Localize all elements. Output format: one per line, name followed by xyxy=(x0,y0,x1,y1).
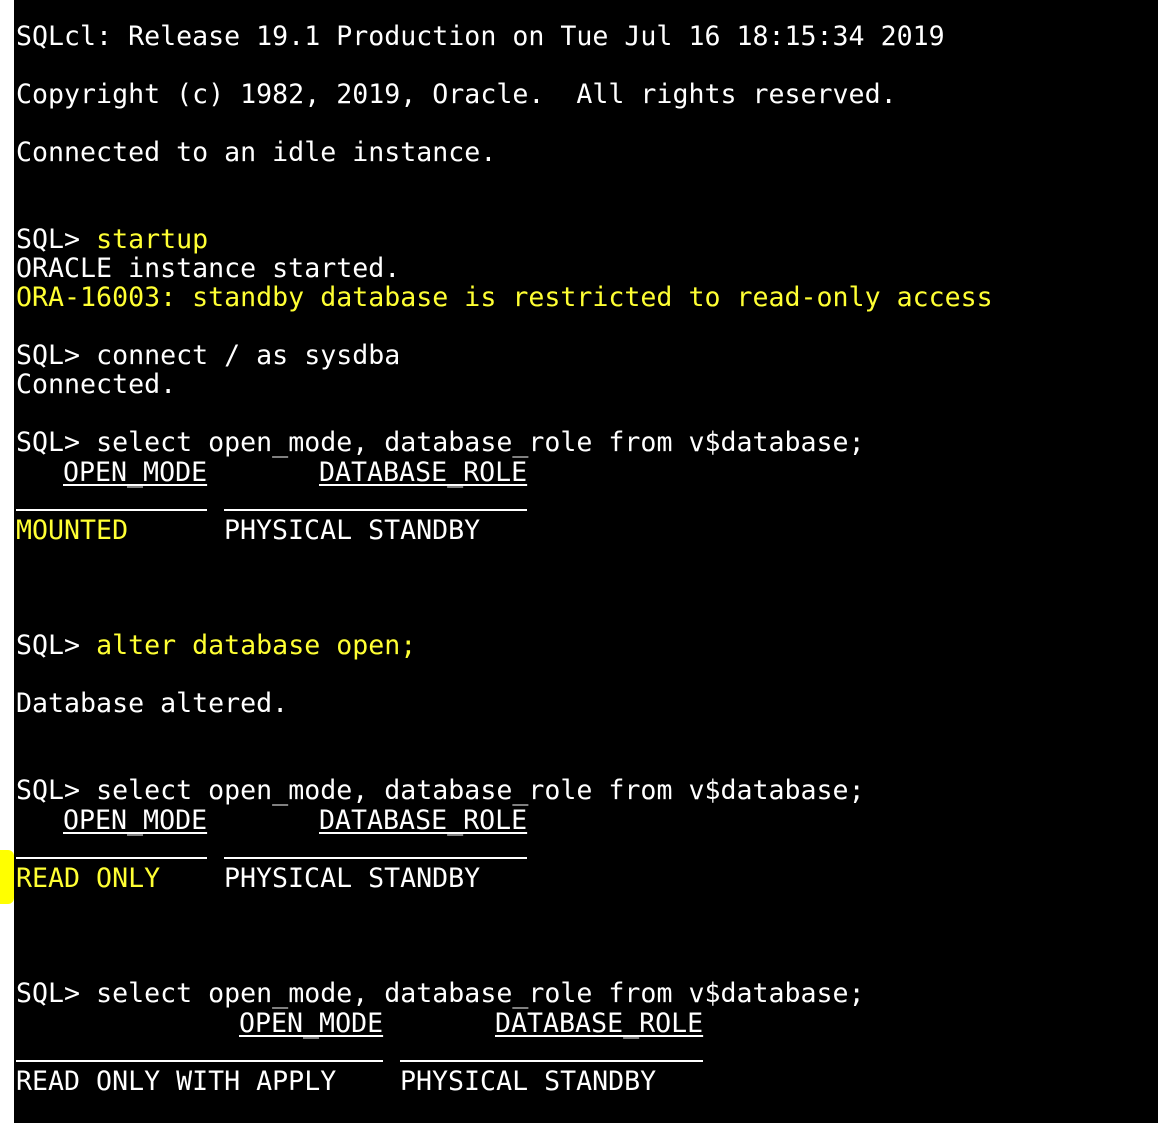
highlighter-mark xyxy=(0,850,14,904)
select-command: select open_mode, database_role from v$d… xyxy=(96,978,865,1009)
alter-command: alter database open; xyxy=(96,630,417,661)
select-command-line-3: SQL> select open_mode, database_role fro… xyxy=(16,979,865,1009)
column-rule xyxy=(16,509,207,511)
sql-prompt: SQL> xyxy=(16,224,97,255)
column-header-database-role: DATABASE_ROLE xyxy=(495,1008,704,1039)
result-database-role: PHYSICAL STANDBY xyxy=(400,1066,657,1097)
result-open-mode: READ ONLY WITH APPLY xyxy=(16,1066,337,1097)
sql-prompt: SQL> xyxy=(16,978,97,1009)
column-rule xyxy=(400,1060,703,1062)
connect-command: connect / as sysdba xyxy=(96,340,401,371)
sql-prompt: SQL> xyxy=(16,630,97,661)
sql-prompt: SQL> xyxy=(16,775,97,806)
release-banner: SQLcl: Release 19.1 Production on Tue Ju… xyxy=(16,21,945,52)
column-header-database-role: DATABASE_ROLE xyxy=(319,805,528,836)
startup-command-line: SQL> startup xyxy=(16,225,208,255)
column-rule xyxy=(224,509,527,511)
alter-command-line: SQL> alter database open; xyxy=(16,631,416,661)
startup-command: startup xyxy=(96,224,209,255)
result-database-role: PHYSICAL STANDBY xyxy=(224,515,481,546)
column-header-open-mode: OPEN_MODE xyxy=(239,1008,384,1039)
column-rule xyxy=(16,857,207,859)
startup-message: ORACLE instance started. xyxy=(16,253,401,284)
column-rule xyxy=(224,857,527,859)
column-header-open-mode: OPEN_MODE xyxy=(63,805,208,836)
result-open-mode: MOUNTED xyxy=(16,515,129,546)
column-header-open-mode: OPEN_MODE xyxy=(63,457,208,488)
result-open-mode: READ ONLY xyxy=(16,863,161,894)
select-command: select open_mode, database_role from v$d… xyxy=(96,775,865,806)
select-command-line-1: SQL> select open_mode, database_role fro… xyxy=(16,428,865,458)
ora-error-message: ORA-16003: standby database is restricte… xyxy=(16,282,993,313)
connect-message: Connected. xyxy=(16,369,177,400)
select-command: select open_mode, database_role from v$d… xyxy=(96,427,865,458)
column-rule xyxy=(16,1060,383,1062)
column-header-database-role: DATABASE_ROLE xyxy=(319,457,528,488)
result-database-role: PHYSICAL STANDBY xyxy=(224,863,481,894)
copyright-line: Copyright (c) 1982, 2019, Oracle. All ri… xyxy=(16,79,897,110)
idle-instance-line: Connected to an idle instance. xyxy=(16,137,497,168)
connect-command-line: SQL> connect / as sysdba xyxy=(16,341,400,371)
select-command-line-2: SQL> select open_mode, database_role fro… xyxy=(16,776,865,806)
terminal-window[interactable]: SQLcl: Release 19.1 Production on Tue Ju… xyxy=(14,0,1158,1123)
alter-message: Database altered. xyxy=(16,688,289,719)
sql-prompt: SQL> xyxy=(16,427,97,458)
sql-prompt: SQL> xyxy=(16,340,97,371)
